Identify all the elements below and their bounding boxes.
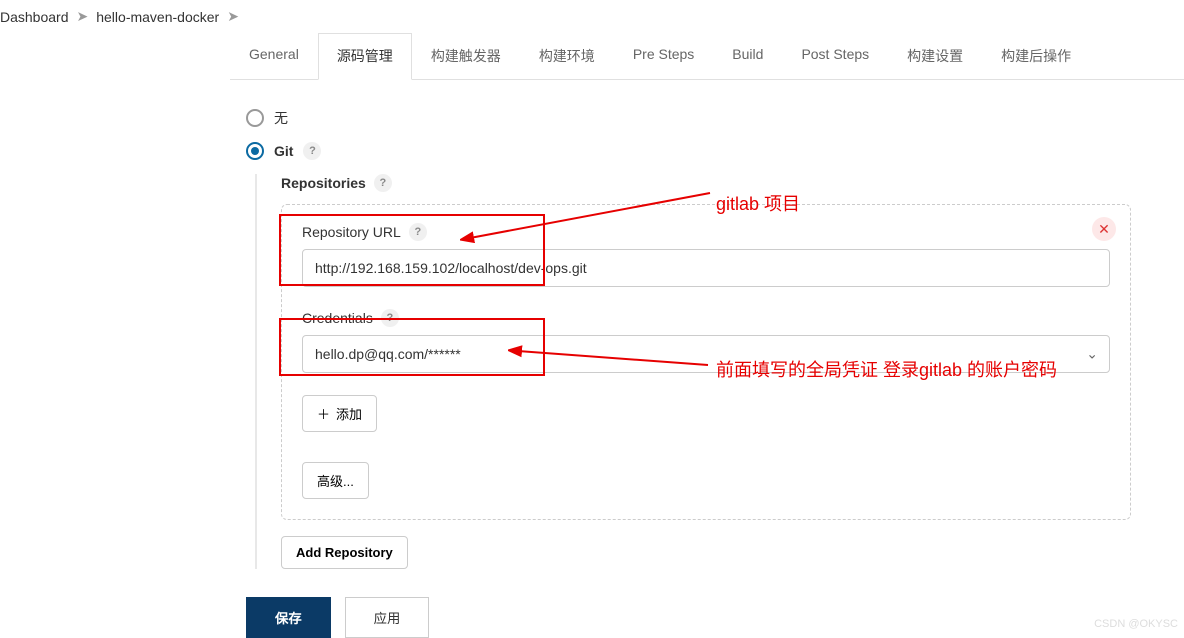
credentials-label: Credentials — [302, 310, 373, 326]
repo-url-input[interactable] — [302, 249, 1110, 287]
close-icon[interactable]: ✕ — [1092, 217, 1116, 241]
tab-post-build[interactable]: 构建后操作 — [982, 33, 1090, 79]
breadcrumb-dashboard[interactable]: Dashboard — [0, 9, 69, 25]
radio-git[interactable] — [246, 142, 264, 160]
repository-block: ✕ Repository URL ? Credentials ? hello.d… — [281, 204, 1131, 520]
breadcrumb-project[interactable]: hello-maven-docker — [96, 9, 219, 25]
credentials-select[interactable]: hello.dp@qq.com/****** — [302, 335, 1110, 373]
help-icon[interactable]: ? — [303, 142, 321, 160]
help-icon[interactable]: ? — [381, 309, 399, 327]
add-credentials-button[interactable]: ＋ 添加 — [302, 395, 377, 432]
add-credentials-label: 添加 — [336, 404, 362, 423]
radio-none-label: 无 — [274, 108, 288, 128]
config-tabs: General 源码管理 构建触发器 构建环境 Pre Steps Build … — [230, 33, 1184, 80]
repo-url-label: Repository URL — [302, 224, 401, 240]
radio-none[interactable] — [246, 109, 264, 127]
tab-pre-steps[interactable]: Pre Steps — [614, 33, 713, 79]
help-icon[interactable]: ? — [374, 174, 392, 192]
tab-triggers[interactable]: 构建触发器 — [412, 33, 520, 79]
chevron-right-icon: ➤ — [227, 8, 239, 25]
tab-post-steps[interactable]: Post Steps — [782, 33, 888, 79]
advanced-button[interactable]: 高级... — [302, 462, 369, 499]
tab-general[interactable]: General — [230, 33, 318, 79]
breadcrumb: Dashboard ➤ hello-maven-docker ➤ — [0, 0, 1184, 33]
plus-icon: ＋ — [317, 404, 330, 423]
apply-button[interactable]: 应用 — [345, 597, 430, 638]
chevron-right-icon: ➤ — [77, 8, 89, 25]
watermark: CSDN @OKYSC — [1094, 618, 1178, 630]
tab-env[interactable]: 构建环境 — [520, 33, 614, 79]
add-repository-button[interactable]: Add Repository — [281, 536, 408, 569]
help-icon[interactable]: ? — [409, 223, 427, 241]
save-button[interactable]: 保存 — [246, 597, 331, 638]
tab-build-settings[interactable]: 构建设置 — [888, 33, 982, 79]
radio-git-label: Git — [274, 143, 293, 159]
repositories-label: Repositories — [281, 175, 366, 191]
tab-scm[interactable]: 源码管理 — [318, 33, 412, 80]
tab-build[interactable]: Build — [713, 33, 782, 79]
